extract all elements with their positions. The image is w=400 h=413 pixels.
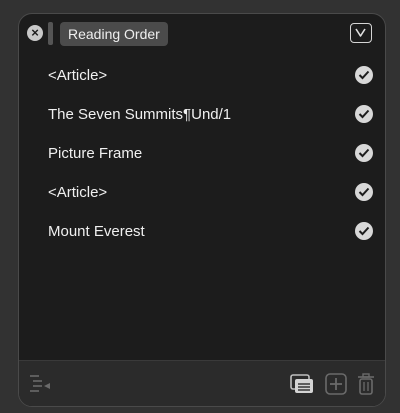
list-item-label: Mount Everest <box>48 223 145 240</box>
list-item-label: The Seven Summits¶Und/1 <box>48 106 232 123</box>
checkmark-icon[interactable] <box>355 222 373 240</box>
reading-order-list: <Article> The Seven Summits¶Und/1 Pictur… <box>19 56 385 251</box>
list-item[interactable]: <Article> <box>19 56 385 95</box>
drag-handle[interactable] <box>48 22 53 45</box>
list-item[interactable]: The Seven Summits¶Und/1 <box>19 95 385 134</box>
panel-footer <box>19 360 385 406</box>
list-item-label: <Article> <box>48 184 108 201</box>
add-icon[interactable] <box>325 373 347 400</box>
panel-title: Reading Order <box>60 22 168 46</box>
checkmark-icon[interactable] <box>355 105 373 123</box>
checkmark-icon[interactable] <box>355 66 373 84</box>
checkmark-icon[interactable] <box>355 183 373 201</box>
chevron-down-icon[interactable] <box>350 23 372 43</box>
list-item[interactable]: Picture Frame <box>19 134 385 173</box>
list-item[interactable]: <Article> <box>19 173 385 212</box>
outline-icon[interactable] <box>29 373 53 400</box>
reading-order-panel: × Reading Order <Article> The Seven Summ… <box>18 13 386 407</box>
list-item[interactable]: Mount Everest <box>19 212 385 251</box>
list-item-label: <Article> <box>48 67 108 84</box>
list-item-label: Picture Frame <box>48 145 143 162</box>
trash-icon[interactable] <box>357 373 375 400</box>
checkmark-icon[interactable] <box>355 144 373 162</box>
stack-icon[interactable] <box>290 373 314 400</box>
panel-header: × Reading Order <box>19 14 385 54</box>
close-icon[interactable]: × <box>27 25 43 41</box>
